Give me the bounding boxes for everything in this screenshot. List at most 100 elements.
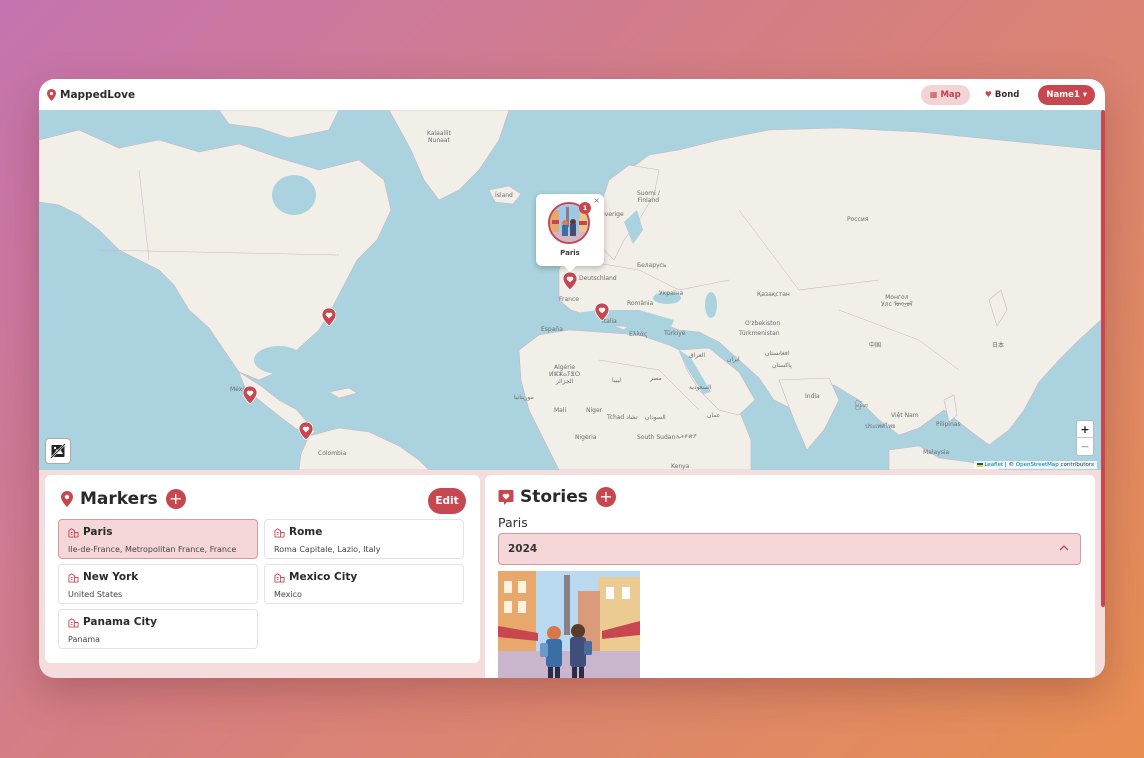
map-label-china: 中国	[869, 342, 882, 349]
app-window: MappedLove ▦ Map ♥ Bond Name1 ▾ Kalaalli…	[39, 79, 1105, 678]
attribution-separator: | ©	[1003, 462, 1016, 468]
city-building-icon	[274, 572, 285, 583]
map-label-south-sudan: South Sudan	[637, 434, 676, 441]
leaflet-link[interactable]: Leaflet	[984, 462, 1003, 468]
map-label-thailand: ประเทศไทย	[865, 423, 896, 430]
map-label-uzbekiston: O'zbekiston	[745, 320, 781, 327]
popup-location-name: Paris	[560, 249, 580, 257]
year-label: 2024	[508, 543, 538, 555]
map-label-rossiya: Россия	[847, 216, 869, 223]
marker-card-panama-city[interactable]: Panama City Panama	[58, 609, 258, 649]
map-label-france: France	[559, 296, 579, 303]
map-label-afghanistan: افغانستان	[765, 350, 790, 357]
map-label-sverige: Sverige	[601, 211, 624, 218]
osm-link[interactable]: OpenStreetMap	[1016, 462, 1059, 468]
edit-markers-button[interactable]: Edit	[428, 488, 466, 514]
zoom-out-button[interactable]: −	[1077, 437, 1093, 454]
map-label-iraq: العراق	[689, 352, 706, 359]
map-marker-new-york[interactable]	[322, 308, 336, 326]
map-label-myanmar: မြန်မာ	[855, 402, 869, 409]
city-building-icon	[68, 617, 79, 628]
year-accordion-2024[interactable]: 2024	[498, 533, 1081, 565]
map-label-sudan: السودان	[645, 414, 666, 421]
map-marker-paris[interactable]	[563, 272, 577, 290]
map-label-kazakhstan: Қазақстан	[757, 291, 790, 298]
marker-card-subtitle: Roma Capitale, Lazio, Italy	[274, 545, 381, 554]
map-marker-rome[interactable]	[595, 303, 609, 321]
marker-card-title: Panama City	[83, 616, 157, 628]
marker-card-subtitle: Ile-de-France, Metropolitan France, Fran…	[68, 545, 237, 554]
nav-bond-button[interactable]: ♥ Bond	[976, 85, 1029, 105]
zoom-control: + −	[1076, 420, 1094, 456]
marker-card-rome[interactable]: Rome Roma Capitale, Lazio, Italy	[264, 519, 464, 559]
marker-heart-pin-icon	[595, 303, 609, 321]
map-label-pakistan: پاکستان	[772, 362, 792, 369]
map-label-turkiye: Türkiye	[664, 330, 686, 337]
map-label-tchad: Tchad تشاد	[607, 414, 638, 421]
marker-heart-pin-icon	[299, 422, 313, 440]
chevron-up-icon	[1059, 545, 1069, 551]
city-building-icon	[68, 572, 79, 583]
map-label-iran: ایران	[727, 356, 740, 363]
map-label-japan: 日本	[992, 342, 1005, 349]
map-label-colombia: Colombia	[318, 450, 347, 457]
city-building-icon	[68, 527, 79, 538]
city-building-icon	[274, 527, 285, 538]
map-label-kalaallit: Kalaallit Nunaat	[427, 130, 451, 144]
add-marker-button[interactable]: +	[165, 489, 186, 509]
map-label-kenya: Kenya	[671, 463, 690, 470]
story-thumbnail[interactable]	[498, 571, 640, 678]
map-label-oman: عمان	[707, 412, 721, 419]
brand[interactable]: MappedLove	[47, 88, 136, 101]
map-popup[interactable]: × 1 Paris	[536, 194, 604, 272]
add-story-button[interactable]: +	[595, 487, 616, 507]
map-label-india: India	[805, 393, 820, 400]
stories-header: Stories +	[498, 487, 616, 507]
map-label-egypt: مصر	[650, 375, 662, 382]
map-layer-toggle-button[interactable]	[45, 438, 71, 464]
marker-heart-pin-icon	[243, 386, 257, 404]
nav-bond-label: Bond	[994, 89, 1020, 100]
map-marker-mexico-city[interactable]	[243, 386, 257, 404]
user-menu-button[interactable]: Name1 ▾	[1038, 84, 1095, 105]
map-label-turkmenistan: Türkmenistan	[739, 330, 780, 337]
map-label-saudi: السعودية	[689, 384, 712, 391]
marker-card-title: Rome	[289, 526, 323, 538]
map-label-niger: Niger	[586, 407, 603, 414]
map-label-ukraina: Україна	[659, 290, 684, 297]
map-label-romania: România	[627, 300, 654, 307]
attribution-contributors: contributors	[1058, 462, 1094, 468]
map-marker-panama-city[interactable]	[299, 422, 313, 440]
stories-panel: Stories + Paris 2024	[485, 475, 1095, 678]
map-label-nigeria: Nigeria	[575, 434, 597, 441]
stories-location-name: Paris	[498, 515, 528, 530]
popup-story-count-badge: 1	[579, 202, 591, 214]
nav-map-button[interactable]: ▦ Map	[920, 84, 970, 105]
marker-card-mexico-city[interactable]: Mexico City Mexico	[264, 564, 464, 604]
map-attribution: Leaflet | © OpenStreetMap contributors	[973, 461, 1097, 469]
marker-card-subtitle: Panama	[68, 635, 101, 644]
marker-card-paris[interactable]: Paris Ile-de-France, Metropolitan France…	[58, 519, 258, 559]
map-land-layer	[39, 110, 1101, 470]
marker-heart-pin-icon	[322, 308, 336, 326]
world-map[interactable]: Kalaallit Nunaat Ísland Suomi / Finland Sv…	[39, 110, 1101, 470]
page-scrollbar[interactable]	[1101, 110, 1105, 607]
marker-heart-pin-icon	[563, 272, 577, 290]
marker-card-title: New York	[83, 571, 139, 583]
zoom-in-button[interactable]: +	[1077, 421, 1093, 437]
navbar: MappedLove ▦ Map ♥ Bond Name1 ▾	[39, 79, 1105, 110]
markers-header: Markers +	[60, 489, 186, 509]
popup-close-icon[interactable]: ×	[593, 196, 600, 205]
map-label-ethiopia: ኢትዮጵያ	[676, 433, 697, 440]
heart-icon: ♥	[984, 90, 992, 99]
map-pin-icon	[47, 88, 56, 101]
marker-card-title: Paris	[83, 526, 113, 538]
brand-name: MappedLove	[60, 88, 136, 101]
map-label-ellas: Ελλάς	[629, 331, 648, 338]
map-label-belarus: Беларусь	[637, 262, 667, 269]
marker-card-new-york[interactable]: New York United States	[58, 564, 258, 604]
map-label-mali: Mali	[554, 407, 567, 414]
markers-panel: Markers + Edit Paris Ile-de-France, Metr…	[45, 475, 480, 663]
markers-title: Markers	[80, 489, 158, 509]
map-label-malaysia: Malaysia	[923, 449, 950, 456]
